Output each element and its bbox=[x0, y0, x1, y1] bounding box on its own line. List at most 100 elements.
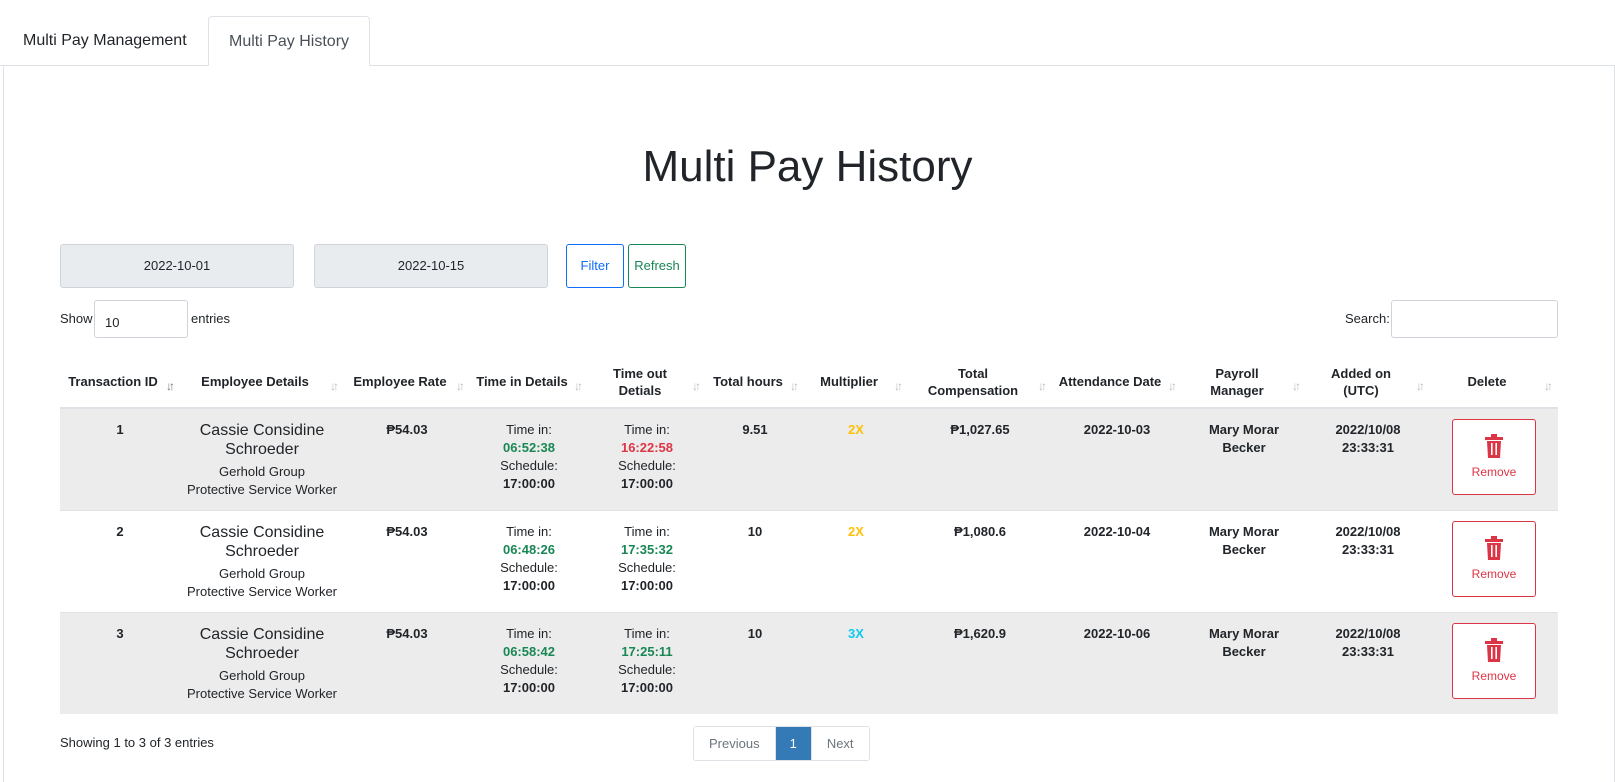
payroll-manager: Mary Morar Becker bbox=[1182, 611, 1306, 714]
multiplier-badge: 2X bbox=[804, 509, 908, 612]
filter-button[interactable]: Filter bbox=[566, 244, 624, 288]
sort-icon: ↓↑ bbox=[574, 379, 583, 393]
entries-label: entries bbox=[191, 311, 231, 326]
schedule-value: 17:00:00 bbox=[620, 679, 674, 695]
start-date-input[interactable]: 2022-10-01 bbox=[60, 244, 294, 288]
sort-icon: ↓↑ bbox=[790, 379, 799, 393]
delete-cell: Remove bbox=[1430, 509, 1558, 612]
employee-position: Protective Service Worker bbox=[186, 685, 338, 701]
table-row: 3 Cassie Considine Schroeder Gerhold Gro… bbox=[60, 611, 1558, 714]
schedule-value: 17:00:00 bbox=[502, 577, 556, 593]
sort-asc-icon: ↓↑ bbox=[166, 379, 175, 393]
payroll-manager: Mary Morar Becker bbox=[1182, 509, 1306, 612]
delete-cell: Remove bbox=[1430, 611, 1558, 714]
added-on: 2022/10/08 23:33:31 bbox=[1306, 509, 1430, 612]
trash-icon bbox=[1485, 637, 1503, 662]
end-date-input[interactable]: 2022-10-15 bbox=[314, 244, 548, 288]
attendance-date: 2022-10-06 bbox=[1052, 611, 1182, 714]
col-delete[interactable]: Delete ↓↑ bbox=[1430, 356, 1558, 409]
employee-company: Gerhold Group bbox=[219, 667, 305, 683]
sort-icon: ↓↑ bbox=[1038, 379, 1047, 393]
time-out-details: Time in: 17:25:11 Schedule: 17:00:00 bbox=[588, 611, 706, 714]
col-time-in-details[interactable]: Time in Details ↓↑ bbox=[470, 356, 588, 409]
col-attendance-date[interactable]: Attendance Date ↓↑ bbox=[1052, 356, 1182, 409]
employee-position: Protective Service Worker bbox=[186, 583, 338, 599]
total-hours: 9.51 bbox=[706, 407, 804, 510]
table-info: Showing 1 to 3 of 3 entries bbox=[60, 735, 214, 750]
added-on: 2022/10/08 23:33:31 bbox=[1306, 407, 1430, 510]
time-out-details: Time in: 17:35:32 Schedule: 17:00:00 bbox=[588, 509, 706, 612]
next-page-button[interactable]: Next bbox=[810, 727, 869, 760]
time-out-details: Time in: 16:22:58 Schedule: 17:00:00 bbox=[588, 407, 706, 510]
entries-length-select[interactable]: 10 bbox=[94, 300, 188, 338]
col-employee-rate[interactable]: Employee Rate ↓↑ bbox=[344, 356, 470, 409]
employee-rate: ₱54.03 bbox=[344, 407, 470, 510]
remove-button[interactable]: Remove bbox=[1452, 419, 1536, 495]
sort-icon: ↓↑ bbox=[894, 379, 903, 393]
search-label: Search: bbox=[1345, 311, 1390, 326]
tab-multi-pay-management[interactable]: Multi Pay Management bbox=[3, 16, 207, 66]
sort-icon: ↓↑ bbox=[1168, 379, 1177, 393]
employee-rate: ₱54.03 bbox=[344, 611, 470, 714]
total-hours: 10 bbox=[706, 509, 804, 612]
employee-rate: ₱54.03 bbox=[344, 509, 470, 612]
attendance-date: 2022-10-03 bbox=[1052, 407, 1182, 510]
trash-icon bbox=[1485, 535, 1503, 560]
employee-name: Cassie Considine Schroeder bbox=[199, 422, 325, 458]
total-hours: 10 bbox=[706, 611, 804, 714]
schedule-value: 17:00:00 bbox=[502, 679, 556, 695]
previous-page-button[interactable]: Previous bbox=[694, 727, 776, 760]
show-label: Show bbox=[60, 311, 93, 326]
employee-details: Cassie Considine Schroeder Gerhold Group… bbox=[180, 407, 344, 510]
schedule-value: 17:00:00 bbox=[502, 476, 556, 491]
multiplier-badge: 3X bbox=[804, 611, 908, 714]
transaction-id: 2 bbox=[60, 509, 180, 612]
payroll-manager: Mary Morar Becker bbox=[1182, 407, 1306, 510]
table-header-row: Transaction ID ↓↑ Employee Details ↓↑ Empl… bbox=[60, 356, 1558, 409]
sort-icon: ↓↑ bbox=[692, 379, 701, 393]
schedule-value: 17:00:00 bbox=[620, 476, 674, 491]
col-transaction-id[interactable]: Transaction ID ↓↑ bbox=[60, 356, 180, 409]
total-compensation: ₱1,080.6 bbox=[908, 509, 1052, 612]
col-multiplier[interactable]: Multiplier ↓↑ bbox=[804, 356, 908, 409]
history-table: Transaction ID ↓↑ Employee Details ↓↑ Empl… bbox=[60, 356, 1558, 714]
employee-position: Protective Service Worker bbox=[186, 482, 338, 497]
employee-company: Gerhold Group bbox=[219, 464, 305, 479]
page-1-button[interactable]: 1 bbox=[775, 727, 811, 760]
col-employee-details[interactable]: Employee Details ↓↑ bbox=[180, 356, 344, 409]
time-out-value: 17:35:32 bbox=[620, 541, 674, 557]
delete-cell: Remove bbox=[1430, 407, 1558, 510]
col-added-on[interactable]: Added on (UTC) ↓↑ bbox=[1306, 356, 1430, 409]
remove-button[interactable]: Remove bbox=[1452, 520, 1536, 597]
refresh-button[interactable]: Refresh bbox=[628, 244, 686, 288]
time-in-value: 06:48:26 bbox=[502, 541, 556, 557]
sort-icon: ↓↑ bbox=[456, 379, 465, 393]
time-out-value: 16:22:58 bbox=[620, 440, 674, 455]
remove-button[interactable]: Remove bbox=[1452, 622, 1536, 699]
table-row: 1 Cassie Considine Schroeder Gerhold Gro… bbox=[60, 407, 1558, 510]
sort-icon: ↓↑ bbox=[1544, 379, 1553, 393]
trash-icon bbox=[1485, 434, 1503, 458]
col-payroll-manager[interactable]: Payroll Manager ↓↑ bbox=[1182, 356, 1306, 409]
time-in-value: 06:58:42 bbox=[502, 643, 556, 659]
time-in-details: Time in: 06:58:42 Schedule: 17:00:00 bbox=[470, 611, 588, 714]
attendance-date: 2022-10-04 bbox=[1052, 509, 1182, 612]
col-time-out-details[interactable]: Time out Detials ↓↑ bbox=[588, 356, 706, 409]
sort-icon: ↓↑ bbox=[1416, 379, 1425, 393]
col-total-compensation[interactable]: Total Compensation ↓↑ bbox=[908, 356, 1052, 409]
schedule-value: 17:00:00 bbox=[620, 577, 674, 593]
employee-name: Cassie Considine Schroeder bbox=[199, 523, 325, 560]
total-compensation: ₱1,620.9 bbox=[908, 611, 1052, 714]
tab-multi-pay-history[interactable]: Multi Pay History bbox=[208, 16, 371, 66]
col-total-hours[interactable]: Total hours ↓↑ bbox=[706, 356, 804, 409]
employee-company: Gerhold Group bbox=[219, 565, 305, 581]
employee-details: Cassie Considine Schroeder Gerhold Group… bbox=[180, 509, 344, 612]
page-title: Multi Pay History bbox=[642, 142, 973, 191]
total-compensation: ₱1,027.65 bbox=[908, 407, 1052, 510]
employee-name: Cassie Considine Schroeder bbox=[199, 625, 325, 662]
search-input[interactable] bbox=[1391, 300, 1558, 338]
added-on: 2022/10/08 23:33:31 bbox=[1306, 611, 1430, 714]
table-row: 2 Cassie Considine Schroeder Gerhold Gro… bbox=[60, 509, 1558, 612]
multiplier-badge: 2X bbox=[804, 407, 908, 510]
time-in-details: Time in: 06:52:38 Schedule: 17:00:00 bbox=[470, 407, 588, 510]
